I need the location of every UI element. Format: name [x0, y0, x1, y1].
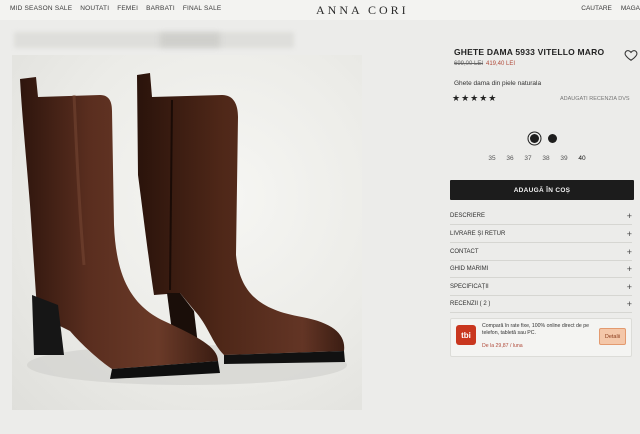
product-image[interactable]: [12, 55, 362, 410]
accordion-descriere[interactable]: DESCRIERE +: [450, 211, 632, 225]
accordion-label: LIVRARE ȘI RETUR: [450, 231, 506, 237]
financing-text: Compară în rate fixe, 100% online direct…: [482, 323, 589, 337]
plus-icon: +: [626, 282, 632, 292]
rating-stars[interactable]: ★★★★★: [452, 93, 497, 104]
sale-price: 419,40 LEI: [486, 61, 516, 67]
size-option[interactable]: 37: [524, 155, 532, 162]
add-to-cart-button[interactable]: ADAUGĂ ÎN COȘ: [450, 180, 634, 200]
plus-icon: +: [626, 299, 632, 309]
nav-barbati[interactable]: BARBATI: [146, 5, 175, 12]
accordion-ghid-marimi[interactable]: GHID MARIMI +: [450, 264, 632, 278]
product-description: Ghete dama din piele naturala: [454, 80, 542, 87]
nav-noutati[interactable]: NOUTATI: [80, 5, 109, 12]
plus-icon: +: [626, 264, 632, 274]
accordion-recenzii[interactable]: RECENZII ( 2 ) +: [450, 299, 632, 313]
size-option[interactable]: 36: [506, 155, 514, 162]
accordion-label: DESCRIERE: [450, 213, 486, 219]
accordion-livrare[interactable]: LIVRARE ȘI RETUR +: [450, 229, 632, 243]
product-title: GHETE DAMA 5933 VITELLO MARO: [454, 47, 605, 57]
size-selector: 35 36 37 38 39 40: [488, 155, 586, 162]
heart-icon[interactable]: [624, 48, 638, 62]
accordion-label: CONTACT: [450, 249, 479, 255]
nav-final-sale[interactable]: FINAL SALE: [183, 5, 222, 12]
accordion-label: SPECIFICAȚII: [450, 284, 489, 290]
financing-rate: De la 29,87 / luna: [482, 343, 523, 349]
accordion-specificatii[interactable]: SPECIFICAȚII +: [450, 282, 632, 296]
nav-mid-season-sale[interactable]: MID SEASON SALE: [10, 5, 72, 12]
nav-femei[interactable]: FEMEI: [117, 5, 138, 12]
blurred-region: [160, 33, 220, 47]
product-details-panel: GHETE DAMA 5933 VITELLO MARO 699,00 LEI …: [448, 0, 640, 434]
old-price: 699,00 LEI: [454, 61, 484, 67]
boots-illustration: [20, 73, 347, 385]
plus-icon: +: [626, 247, 632, 257]
accordion-label: RECENZII ( 2 ): [450, 301, 491, 307]
main-menu: MID SEASON SALE NOUTATI FEMEI BARBATI FI…: [10, 5, 221, 12]
accordion-contact[interactable]: CONTACT +: [450, 247, 632, 261]
color-swatch[interactable]: [548, 134, 557, 143]
size-option[interactable]: 40: [578, 155, 586, 162]
color-swatch-selected[interactable]: [530, 134, 539, 143]
size-option[interactable]: 39: [560, 155, 568, 162]
size-option[interactable]: 35: [488, 155, 496, 162]
size-option[interactable]: 38: [542, 155, 550, 162]
financing-details-button[interactable]: Detalii: [599, 328, 626, 345]
plus-icon: +: [626, 211, 632, 221]
financing-offer: tbi Compară în rate fixe, 100% online di…: [450, 318, 632, 357]
right-boot: [137, 73, 345, 364]
add-review-link[interactable]: ADAUGATI RECENZIA DVS: [560, 96, 630, 102]
accordion-label: GHID MARIMI: [450, 266, 489, 272]
brand-logo[interactable]: ANNA CORI: [316, 3, 409, 18]
plus-icon: +: [626, 229, 632, 239]
tbi-logo: tbi: [456, 325, 476, 345]
blurred-breadcrumb: [14, 32, 294, 48]
